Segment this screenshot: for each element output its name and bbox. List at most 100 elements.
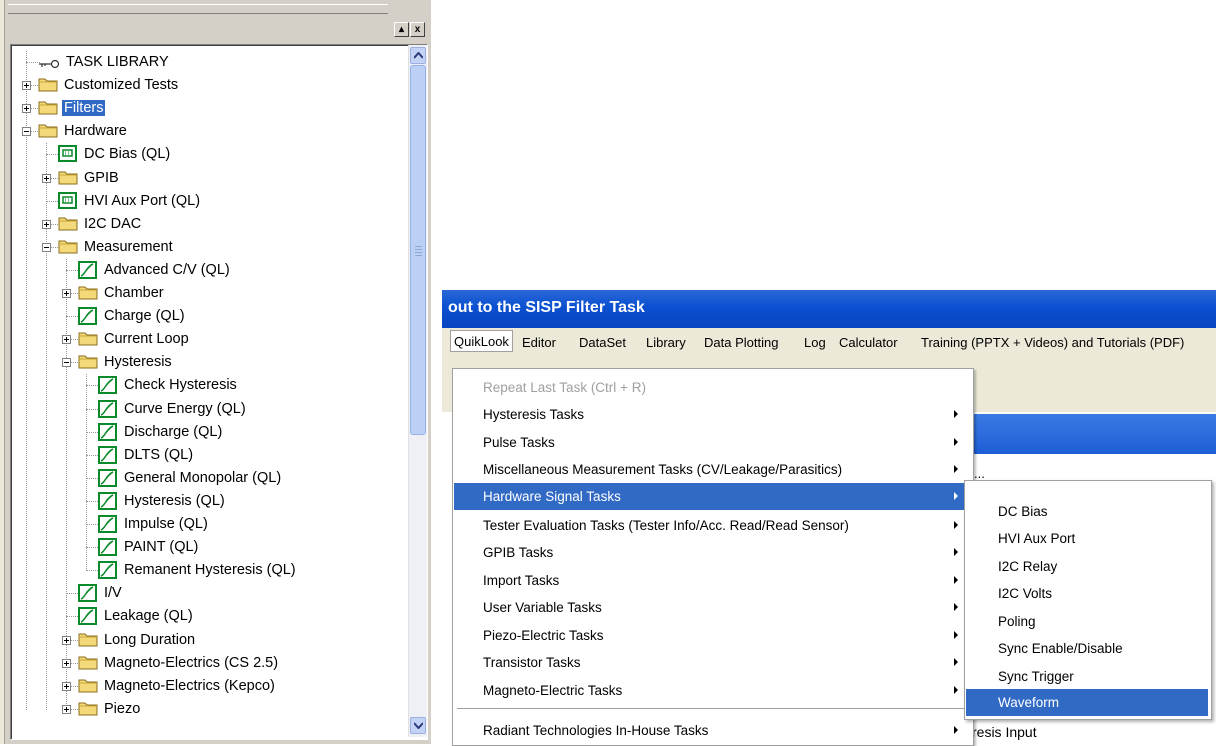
tree-item[interactable]: Leakage (QL) [11,605,401,628]
tree-item[interactable]: General Monopolar (QL) [11,467,401,490]
tree-item[interactable]: HVI Aux Port (QL) [11,190,401,213]
expand-icon[interactable] [62,335,71,345]
tree-item[interactable]: Current Loop [11,328,401,351]
tree-item[interactable]: Check Hysteresis [11,374,401,397]
tree-item-label: GPIB [84,169,119,186]
expand-icon[interactable] [62,681,71,691]
hardware-submenu-item[interactable]: Sync Trigger [966,663,1208,690]
collapse-icon[interactable] [62,358,71,368]
tree-item-label: Check Hysteresis [124,377,237,394]
quiklook-menu-item[interactable]: Import Tasks [454,567,970,594]
tree-item[interactable]: Magneto-Electrics (Kepco) [11,675,401,698]
expand-icon[interactable] [62,658,71,668]
quiklook-menu-item[interactable]: Transistor Tasks [454,649,970,676]
tree-item[interactable]: Measurement [11,236,401,259]
tree-item[interactable]: Charge (QL) [11,305,401,328]
collapse-icon[interactable] [22,127,31,137]
tree-item[interactable]: DLTS (QL) [11,444,401,467]
folder-icon [78,677,98,698]
scroll-up-button[interactable] [410,47,426,64]
tree-item-label: I2C DAC [84,215,142,232]
expand-icon[interactable] [62,704,71,714]
tree-item-label: Measurement [84,238,173,255]
panel-grip[interactable] [8,4,388,14]
tree-item-label: Charge (QL) [104,308,185,325]
tree-item[interactable]: Filters [11,97,401,120]
tree-item[interactable]: Advanced C/V (QL) [11,259,401,282]
tree-item[interactable]: Hysteresis (QL) [11,490,401,513]
quiklook-menu-item[interactable]: GPIB Tasks [454,539,970,566]
tree-item[interactable]: I/V [11,582,401,605]
tree-vertical-scrollbar[interactable] [408,45,427,737]
tree-item[interactable]: Customized Tests [11,74,401,97]
panel-close-button[interactable]: x [410,22,425,37]
expand-icon[interactable] [22,104,31,114]
tree-item[interactable]: Remanent Hysteresis (QL) [11,559,401,582]
hardware-submenu-item[interactable]: Poling [966,608,1208,635]
tree-item[interactable]: Hardware [11,120,401,143]
hardware-submenu-item[interactable]: Waveform [966,689,1208,716]
quiklook-menu-item[interactable]: Repeat Last Task (Ctrl + R) [454,374,970,401]
tree-item-label: Long Duration [104,631,196,648]
menu-item-label: Hardware Signal Tasks [483,489,621,504]
quiklook-menu-item[interactable]: Hysteresis Tasks [454,401,970,428]
hardware-submenu-item[interactable]: DC Bias [966,498,1208,525]
tree-item[interactable]: Magneto-Electrics (CS 2.5) [11,652,401,675]
menu-item-label: Transistor Tasks [483,655,581,670]
menu-quiklook[interactable]: QuikLook [450,330,513,352]
curve-task-icon [78,307,98,330]
quiklook-menu-item[interactable]: Miscellaneous Measurement Tasks (CV/Leak… [454,456,970,483]
expand-icon[interactable] [42,173,51,183]
quiklook-menu-item[interactable]: Hardware Signal Tasks [454,483,970,510]
tree-item[interactable]: I2C DAC [11,213,401,236]
curve-task-icon [98,422,118,446]
hardware-submenu-item[interactable]: HVI Aux Port [966,525,1208,552]
tree-item[interactable]: Chamber [11,282,401,305]
expand-icon[interactable] [42,219,51,229]
quiklook-menu-item[interactable]: Piezo-Electric Tasks [454,622,970,649]
tree-item[interactable]: Impulse (QL) [11,513,401,536]
menu-item-label: Pulse Tasks [483,435,555,450]
menu-dataset[interactable]: DataSet [579,335,626,350]
curve-task-icon [98,445,118,469]
tree-item[interactable]: Piezo [11,698,401,721]
tree-item[interactable]: TASK LIBRARY [11,51,401,74]
menu-log[interactable]: Log [804,335,826,350]
menu-library[interactable]: Library [646,335,686,350]
tree-item[interactable]: Discharge (QL) [11,421,401,444]
menu-editor[interactable]: Editor [522,335,556,350]
scroll-down-button[interactable] [410,717,426,734]
quiklook-menu-item[interactable]: Tester Evaluation Tasks (Tester Info/Acc… [454,512,970,539]
quiklook-menu-item[interactable]: Magneto-Electric Tasks [454,677,970,704]
menu-calculator[interactable]: Calculator [839,335,898,350]
scroll-thumb[interactable] [410,65,426,435]
tree-item[interactable]: Long Duration [11,629,401,652]
tree-item[interactable]: DC Bias (QL) [11,143,401,166]
expand-icon[interactable] [62,289,71,298]
expand-icon[interactable] [62,635,71,645]
tree-item[interactable]: PAINT (QL) [11,536,401,559]
menu-training[interactable]: Training (PPTX + Videos) and Tutorials (… [921,335,1184,350]
hardware-signal-submenu: DC Bias HVI Aux Port I2C Relay I2C Volts Pol… [964,480,1212,720]
tree-item[interactable]: Hysteresis [11,351,401,374]
task-library-tree[interactable]: TASK LIBRARY Customized Tests Filters Hardw… [11,45,401,737]
quiklook-menu-item[interactable]: User Variable Tasks [454,594,970,621]
tree-item[interactable]: Curve Energy (QL) [11,398,401,421]
hardware-submenu-item[interactable]: I2C Relay [966,553,1208,580]
menu-item-label: Sync Trigger [998,669,1074,684]
window-title: out to the SISP Filter Task [448,299,645,316]
tree-item-label: HVI Aux Port (QL) [84,192,201,209]
hardware-task-icon [58,145,78,168]
quiklook-menu-item[interactable]: Radiant Technologies In-House Tasks [454,717,970,744]
panel-collapse-button[interactable]: ▴ [394,22,409,37]
hardware-submenu-item[interactable]: Sync Enable/Disable [966,635,1208,662]
expand-icon[interactable] [22,81,31,91]
collapse-icon[interactable] [42,242,51,252]
hardware-submenu-item[interactable]: I2C Volts [966,580,1208,607]
menu-item-label: HVI Aux Port [998,531,1076,546]
tree-item[interactable]: GPIB [11,167,401,190]
quiklook-menu-item[interactable]: Pulse Tasks [454,429,970,456]
tree-item-label: Current Loop [104,331,189,348]
menu-data-plotting[interactable]: Data Plotting [704,335,778,350]
tree-item-label: Discharge (QL) [124,423,223,440]
